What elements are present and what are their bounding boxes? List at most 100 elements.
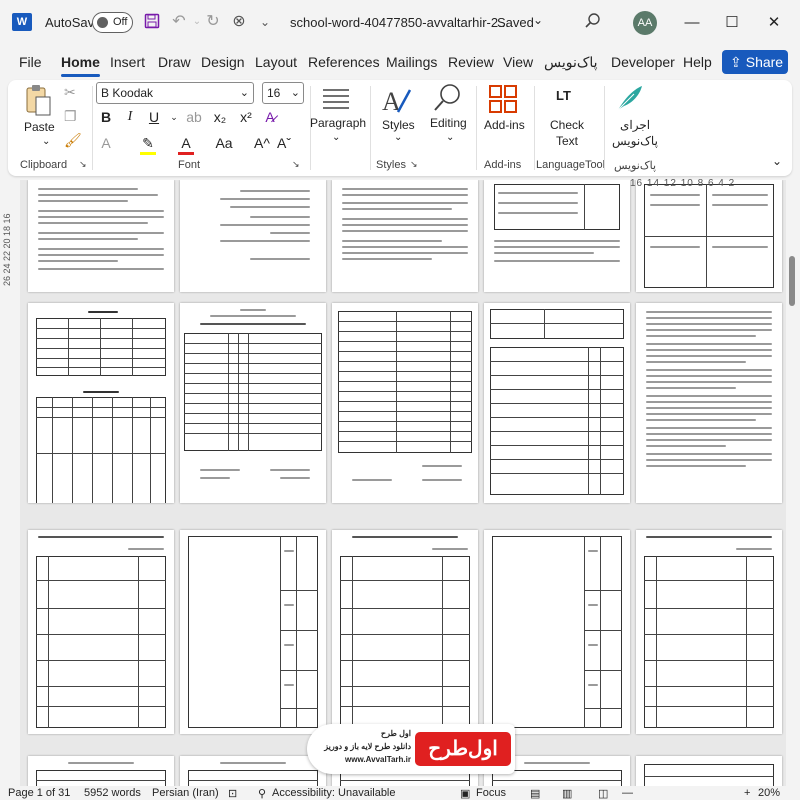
paste-button[interactable]: Paste: [24, 120, 55, 134]
languagetool-icon[interactable]: LT: [556, 88, 571, 103]
styles-launcher-icon[interactable]: ↘: [410, 159, 418, 170]
clipboard-launcher-icon[interactable]: ↘: [79, 159, 87, 170]
subscript-button[interactable]: x₂: [210, 106, 230, 128]
zoom-in-icon[interactable]: +: [744, 787, 750, 799]
tab-references[interactable]: References: [308, 54, 380, 70]
page-thumbnail[interactable]: [636, 530, 782, 734]
paragraph-icon[interactable]: [320, 84, 356, 118]
document-workspace[interactable]: [0, 180, 800, 786]
save-icon[interactable]: [143, 13, 161, 31]
autosave-toggle[interactable]: Off: [92, 12, 133, 33]
close-icon[interactable]: ✕: [762, 12, 786, 34]
page-thumbnail[interactable]: [180, 530, 326, 734]
page-thumbnail[interactable]: [636, 180, 782, 292]
word-count[interactable]: 5952 words: [84, 787, 141, 799]
page-thumbnail[interactable]: [484, 303, 630, 503]
styles-icon[interactable]: A: [380, 84, 416, 118]
page-thumbnail[interactable]: [332, 303, 478, 503]
document-title[interactable]: school-word-40477850-avvaltarhir-2...: [290, 15, 509, 30]
copy-icon[interactable]: ❐: [64, 108, 77, 125]
change-case-button[interactable]: Aa: [212, 132, 236, 154]
addins-icon[interactable]: [488, 84, 524, 118]
chevron-down-icon[interactable]: ⌄: [533, 13, 543, 27]
paste-dropdown-icon[interactable]: ⌄: [42, 136, 50, 147]
addins-button[interactable]: Add-ins: [484, 118, 525, 132]
paragraph-button[interactable]: Paragraph: [310, 116, 366, 130]
web-layout-icon[interactable]: ◫: [598, 787, 608, 800]
tab-view[interactable]: View: [503, 54, 533, 70]
focus-button[interactable]: Focus: [476, 787, 506, 799]
page-thumbnail[interactable]: [180, 180, 326, 292]
tab-draw[interactable]: Draw: [158, 54, 191, 70]
zoom-level[interactable]: 20%: [758, 787, 780, 799]
undo-icon[interactable]: ↶: [170, 13, 188, 31]
page-thumbnail[interactable]: [636, 756, 782, 786]
page-thumbnail[interactable]: [28, 180, 174, 292]
page-thumbnail[interactable]: [28, 756, 174, 786]
tab-design[interactable]: Design: [201, 54, 245, 70]
read-mode-icon[interactable]: ▤: [530, 787, 540, 800]
clear-formatting-icon[interactable]: A̷: [260, 106, 280, 128]
editing-button[interactable]: Editing: [430, 116, 467, 130]
tab-paknevis[interactable]: پاک‌نویس: [544, 54, 598, 71]
link-icon[interactable]: ⊗: [230, 13, 248, 31]
underline-dropdown-icon[interactable]: ⌄: [164, 106, 184, 128]
chevron-down-icon[interactable]: ⌄: [332, 132, 340, 143]
font-launcher-icon[interactable]: ↘: [292, 159, 300, 170]
collapse-ribbon-icon[interactable]: ⌄: [772, 154, 782, 168]
avatar[interactable]: AA: [633, 11, 657, 35]
tab-review[interactable]: Review: [448, 54, 494, 70]
tab-insert[interactable]: Insert: [110, 54, 145, 70]
styles-button[interactable]: Styles: [382, 118, 415, 132]
font-color-icon[interactable]: A: [176, 132, 196, 154]
scrollbar-thumb[interactable]: [789, 256, 795, 306]
tab-layout[interactable]: Layout: [255, 54, 297, 70]
page-thumbnail[interactable]: [180, 756, 326, 786]
predictions-icon[interactable]: ⊡: [228, 787, 237, 800]
search-icon[interactable]: [583, 11, 603, 31]
bold-button[interactable]: B: [96, 106, 116, 128]
page-thumbnail[interactable]: [484, 180, 630, 292]
page-thumbnail[interactable]: [28, 303, 174, 503]
maximize-icon[interactable]: ☐: [720, 12, 744, 34]
minimize-icon[interactable]: —: [680, 12, 704, 34]
italic-button[interactable]: I: [120, 106, 140, 128]
strikethrough-button[interactable]: ab: [184, 106, 204, 128]
page-count[interactable]: Page 1 of 31: [8, 787, 70, 799]
chevron-down-icon[interactable]: ⌄: [446, 132, 454, 143]
underline-button[interactable]: U: [144, 106, 164, 128]
run-paknevis-button[interactable]: اجرای: [620, 118, 650, 132]
page-thumbnail[interactable]: [28, 530, 174, 734]
text-effects-icon[interactable]: A: [96, 132, 116, 154]
zoom-out-icon[interactable]: —: [622, 787, 633, 799]
font-name-select[interactable]: B Koodak ⌄: [96, 82, 254, 104]
editing-icon[interactable]: [432, 82, 468, 116]
page-thumbnail[interactable]: [484, 530, 630, 734]
chevron-down-icon[interactable]: ⌄: [394, 132, 402, 143]
share-button[interactable]: ⇪ Share: [722, 50, 788, 74]
accessibility-status[interactable]: Accessibility: Unavailable: [272, 787, 396, 799]
page-thumbnail[interactable]: [636, 303, 782, 503]
check-text-button[interactable]: Check: [550, 118, 584, 132]
grow-font-button[interactable]: A^: [252, 132, 272, 154]
print-layout-icon[interactable]: ▥: [562, 787, 572, 800]
customize-toolbar-icon[interactable]: ⌄: [256, 13, 274, 31]
page-thumbnail[interactable]: [332, 530, 478, 734]
page-thumbnail[interactable]: [332, 180, 478, 292]
language-indicator[interactable]: Persian (Iran): [152, 787, 219, 799]
feather-icon[interactable]: [614, 82, 650, 116]
focus-icon[interactable]: ▣: [460, 787, 470, 800]
tab-file[interactable]: File: [19, 54, 42, 70]
format-painter-icon[interactable]: 🖌: [64, 132, 82, 149]
font-size-select[interactable]: 16 ⌄: [262, 82, 304, 104]
cut-icon[interactable]: ✂: [64, 84, 76, 101]
tab-help[interactable]: Help: [683, 54, 712, 70]
shrink-font-button[interactable]: Aˇ: [274, 132, 294, 154]
paste-icon[interactable]: [20, 84, 56, 118]
superscript-button[interactable]: x²: [236, 106, 256, 128]
redo-icon[interactable]: ↻: [204, 13, 222, 31]
tab-developer[interactable]: Developer: [611, 54, 675, 70]
highlight-icon[interactable]: ✎: [138, 132, 158, 154]
tab-home[interactable]: Home: [61, 54, 100, 77]
tab-mailings[interactable]: Mailings: [386, 54, 437, 70]
